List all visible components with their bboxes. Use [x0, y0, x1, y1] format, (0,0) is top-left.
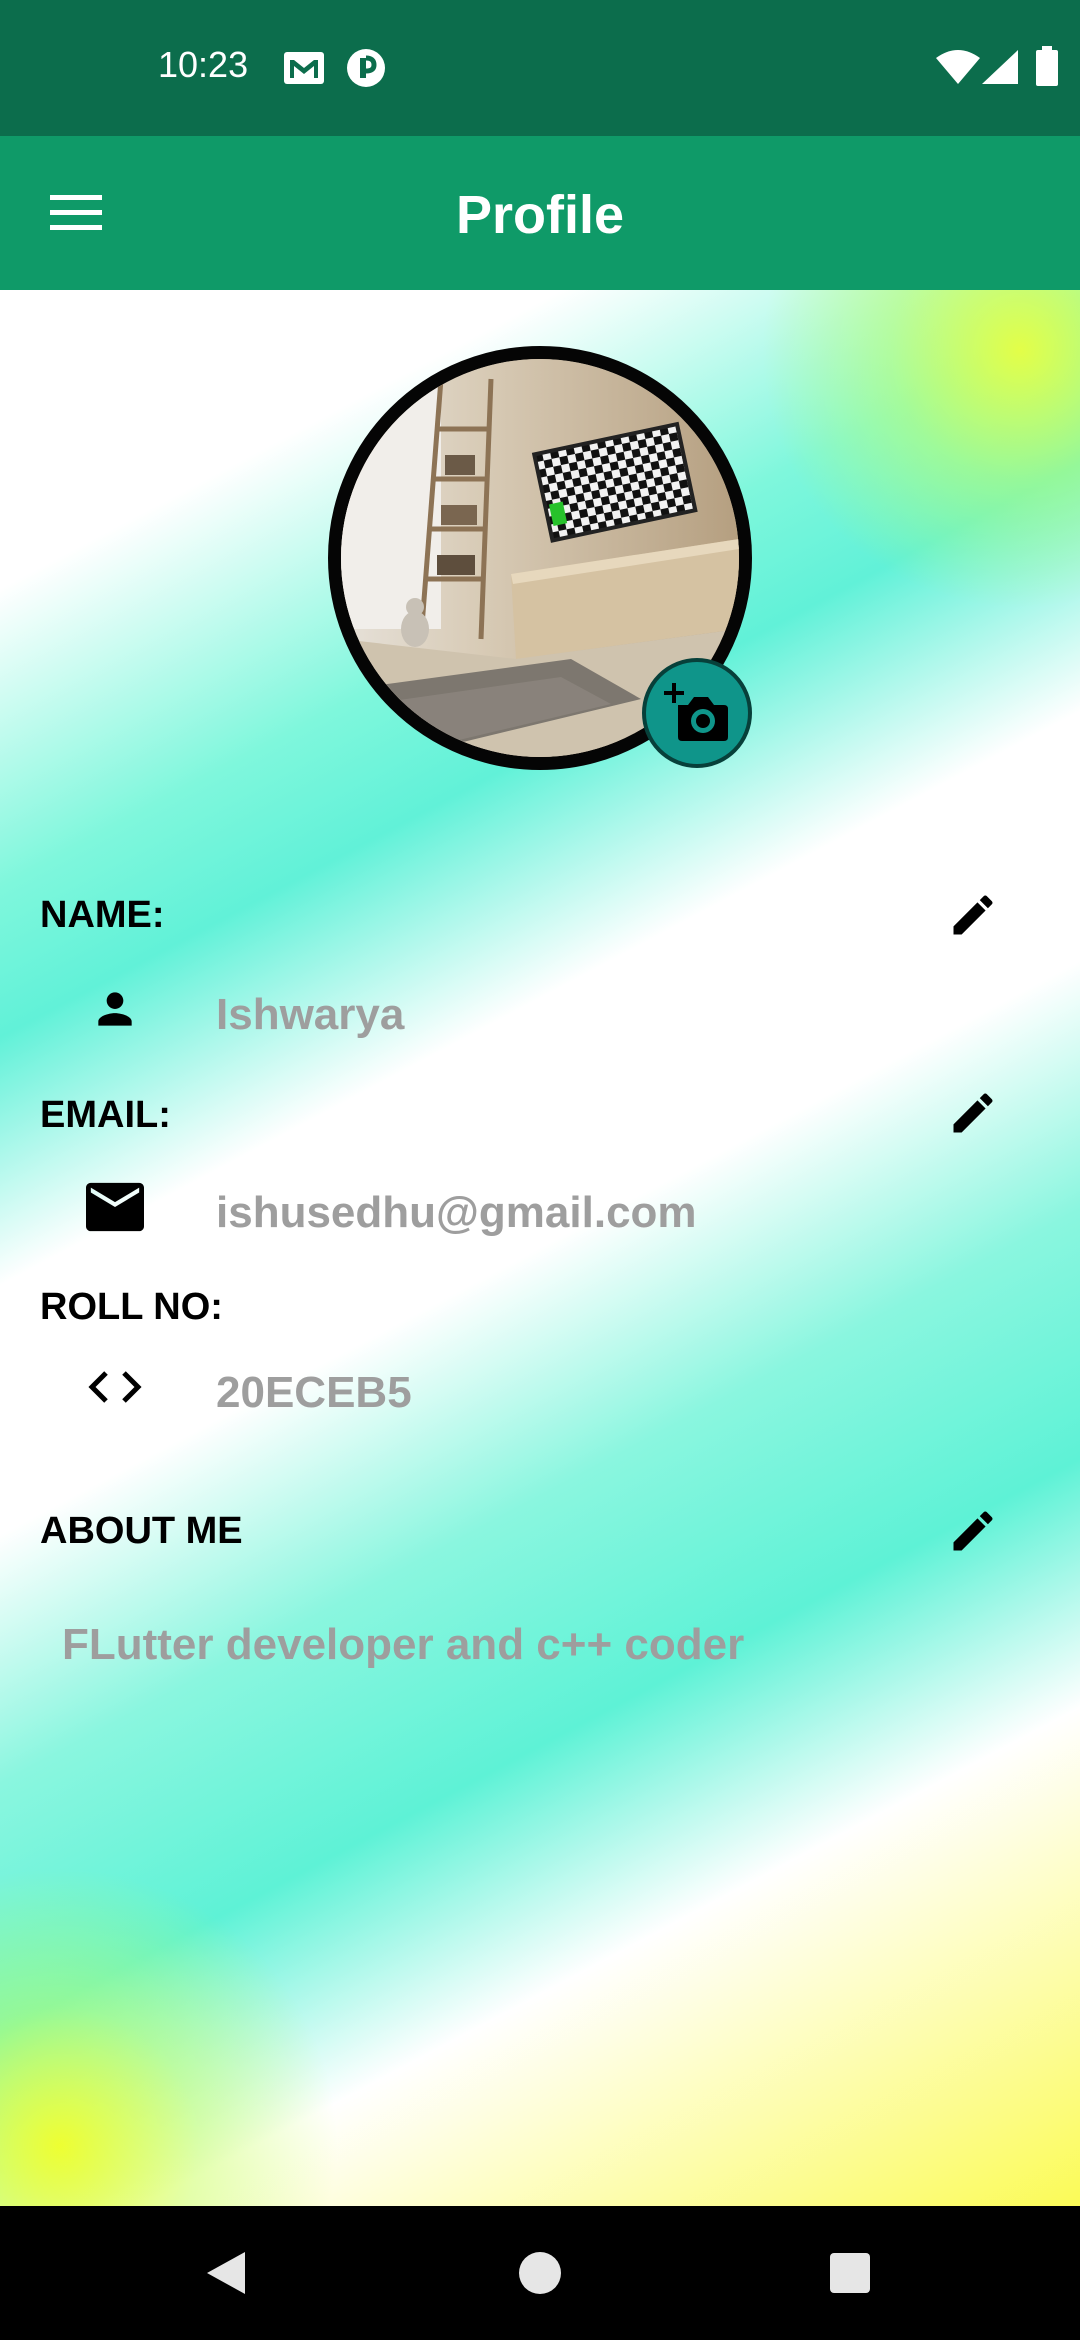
status-time: 10:23 [158, 44, 249, 85]
profile-content: NAME: Ishwarya EMAIL: ishusedhu@gmail.co… [0, 290, 1080, 2206]
background-decoration [0, 1866, 340, 2206]
name-label: NAME: [40, 894, 165, 936]
edit-email-button[interactable] [936, 1076, 1010, 1150]
about-text: FLutter developer and c++ coder [62, 1620, 745, 1669]
app-bar: Profile [0, 136, 1080, 290]
mail-icon [78, 1170, 152, 1244]
edit-name-button[interactable] [936, 878, 1010, 952]
change-photo-button[interactable] [642, 658, 752, 768]
app-icon [346, 48, 386, 93]
email-label: EMAIL: [40, 1094, 171, 1136]
system-nav-bar [0, 2206, 1080, 2340]
home-icon [519, 2252, 561, 2294]
edit-about-button[interactable] [936, 1494, 1010, 1568]
battery-icon [1036, 46, 1058, 91]
roll-value: 20ECEB5 [216, 1368, 412, 1417]
roll-label: ROLL NO: [40, 1286, 223, 1328]
gmail-icon [282, 48, 326, 93]
edit-icon [953, 895, 993, 935]
about-label: ABOUT ME [40, 1510, 243, 1552]
edit-icon [953, 1511, 993, 1551]
back-icon [207, 2252, 245, 2294]
person-icon [78, 972, 152, 1046]
home-button[interactable] [500, 2236, 580, 2310]
page-title: Profile [455, 185, 625, 245]
code-icon [78, 1350, 152, 1424]
edit-icon [953, 1093, 993, 1133]
recents-button[interactable] [810, 2236, 890, 2310]
name-value: Ishwarya [216, 990, 405, 1039]
signal-icon [982, 50, 1018, 89]
background-decoration [760, 290, 1080, 610]
back-button[interactable] [186, 2236, 266, 2310]
add-photo-icon [664, 683, 728, 741]
recents-icon [830, 2253, 870, 2293]
status-bar: 10:23 [0, 0, 1080, 136]
email-value: ishusedhu@gmail.com [216, 1188, 697, 1237]
wifi-icon [936, 50, 980, 89]
